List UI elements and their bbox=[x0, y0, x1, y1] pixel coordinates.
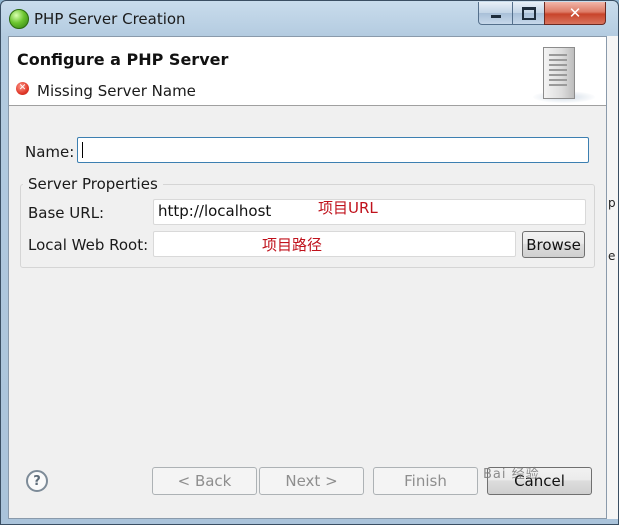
dialog-content: Configure a PHP Server ✕ Missing Server … bbox=[8, 36, 607, 519]
help-icon[interactable]: ? bbox=[26, 470, 48, 492]
window-title: PHP Server Creation bbox=[34, 10, 186, 28]
error-icon: ✕ bbox=[16, 82, 29, 95]
app-icon bbox=[9, 9, 29, 29]
background-window-edge bbox=[606, 36, 618, 519]
maximize-button[interactable] bbox=[512, 2, 546, 25]
base-url-value: http://localhost bbox=[158, 202, 272, 220]
watermark: Bai 经验 bbox=[483, 467, 540, 482]
back-button[interactable]: < Back bbox=[152, 467, 257, 495]
title-bar[interactable]: PHP Server Creation ✕ bbox=[1, 1, 618, 35]
page-title: Configure a PHP Server bbox=[17, 50, 229, 69]
text-caret bbox=[82, 142, 83, 158]
next-button[interactable]: Next > bbox=[259, 467, 364, 495]
error-message: Missing Server Name bbox=[37, 82, 196, 100]
close-icon: ✕ bbox=[568, 4, 582, 22]
dialog-window: PHP Server Creation ✕ p e Configure a PH… bbox=[0, 0, 619, 525]
web-root-annotation: 项目路径 bbox=[262, 236, 323, 254]
finish-button[interactable]: Finish bbox=[373, 467, 478, 495]
wizard-banner: Configure a PHP Server ✕ Missing Server … bbox=[9, 37, 606, 106]
browse-button[interactable]: Browse bbox=[522, 231, 585, 258]
name-label: Name: bbox=[25, 143, 75, 161]
group-title: Server Properties bbox=[23, 175, 163, 193]
maximize-icon bbox=[522, 6, 536, 20]
web-root-label: Local Web Root: bbox=[28, 236, 149, 254]
background-text: e bbox=[608, 249, 616, 263]
minimize-icon bbox=[491, 15, 501, 18]
web-root-input[interactable] bbox=[153, 231, 516, 257]
minimize-button[interactable] bbox=[478, 2, 514, 25]
server-icon bbox=[543, 47, 575, 99]
base-url-annotation: 项目URL bbox=[318, 199, 378, 217]
name-input[interactable] bbox=[77, 137, 589, 163]
base-url-label: Base URL: bbox=[28, 204, 105, 222]
background-text: p bbox=[608, 196, 616, 210]
close-button[interactable]: ✕ bbox=[544, 2, 606, 25]
